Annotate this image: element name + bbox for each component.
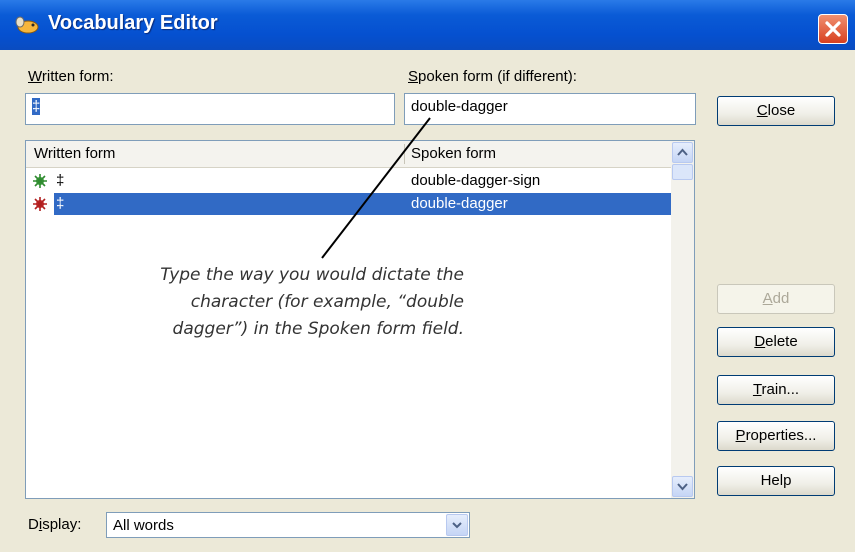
annotation-line: Type the way you would dictate the — [160, 265, 464, 285]
scroll-down-icon — [677, 483, 688, 491]
column-written-form[interactable]: Written form — [34, 145, 115, 162]
list-item-selected[interactable]: ‡ double-dagger — [26, 193, 671, 215]
display-select[interactable]: All words — [106, 512, 470, 538]
display-label: Display: — [28, 516, 82, 533]
spoken-form-label: Spoken form (if different): — [408, 68, 577, 85]
written-form-input[interactable]: ‡ — [25, 93, 395, 125]
title-bar[interactable]: Vocabulary Editor — [0, 0, 855, 50]
delete-button[interactable]: Delete — [717, 327, 835, 357]
annotation-callout: Type the way you would dictate the chara… — [140, 262, 464, 343]
written-form-cell: ‡ — [56, 172, 65, 189]
close-button[interactable]: Close — [717, 96, 835, 126]
train-button[interactable]: Train... — [717, 375, 835, 405]
list-item[interactable]: ‡ double-dagger-sign — [26, 170, 671, 192]
spoken-form-input[interactable]: double-dagger — [404, 93, 696, 125]
close-icon — [825, 21, 841, 37]
display-select-value: All words — [113, 517, 174, 534]
spoken-form-cell: double-dagger — [411, 195, 508, 212]
scroll-down-button[interactable] — [672, 476, 693, 497]
column-spoken-form[interactable]: Spoken form — [411, 145, 496, 162]
scroll-up-icon — [677, 148, 688, 156]
scroll-thumb[interactable] — [672, 164, 693, 180]
annotation-line: dagger”) in the Spoken form field. — [172, 319, 464, 339]
help-button[interactable]: Help — [717, 466, 835, 496]
word-green-icon — [33, 174, 47, 188]
spoken-form-cell: double-dagger-sign — [411, 172, 541, 189]
window-title: Vocabulary Editor — [48, 12, 218, 34]
close-window-button[interactable] — [818, 14, 848, 44]
annotation-line: character (for example, “double — [190, 292, 464, 312]
app-icon — [15, 16, 39, 34]
word-red-icon — [33, 197, 47, 211]
selection-highlight — [54, 193, 671, 215]
written-form-label: Written form: — [28, 68, 114, 85]
column-divider[interactable] — [404, 144, 405, 164]
scroll-up-button[interactable] — [672, 142, 693, 163]
properties-button[interactable]: Properties... — [717, 421, 835, 451]
display-dropdown-button[interactable] — [446, 514, 468, 536]
vocabulary-editor-window: Vocabulary Editor Written form: ‡ Spoken… — [0, 0, 855, 552]
written-form-value: ‡ — [32, 98, 41, 115]
written-form-cell: ‡ — [56, 195, 65, 212]
spoken-form-value: double-dagger — [411, 98, 508, 115]
add-button[interactable]: Add — [717, 284, 835, 314]
list-header: Written form Spoken form — [26, 141, 671, 168]
vertical-scrollbar[interactable] — [671, 141, 694, 498]
dropdown-arrow-icon — [452, 522, 462, 529]
